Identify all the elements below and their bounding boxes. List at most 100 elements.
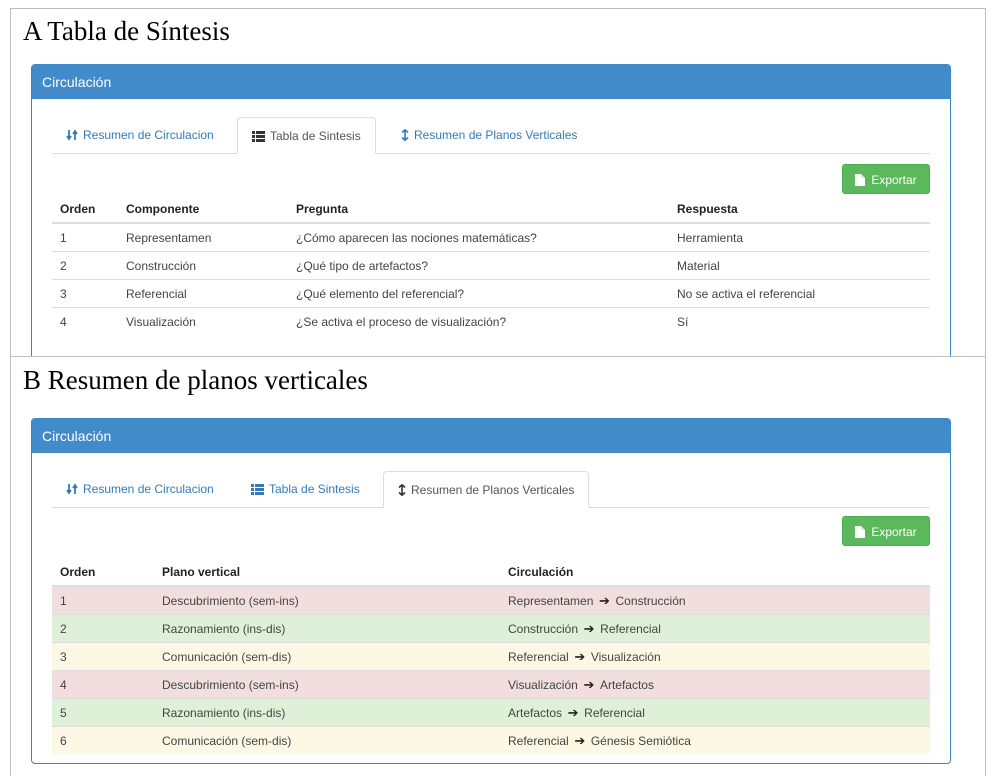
circulacion-from: Representamen (508, 593, 594, 608)
arrow-right-icon: ➔ (595, 592, 614, 608)
column-header: Orden (52, 559, 154, 587)
orden-cell: 4 (52, 670, 154, 699)
componente-cell: Referencial (118, 279, 288, 308)
column-header: Pregunta (288, 196, 669, 224)
respuesta-cell: Sí (669, 307, 930, 335)
vertical-arrows-icon (398, 483, 406, 497)
circulacion-cell: Artefactos ➔ Referencial (500, 698, 930, 727)
plano-vertical-cell: Descubrimiento (sem-ins) (154, 585, 500, 615)
tab-bar: Resumen de Circulacion Tabla de Sintesis… (52, 117, 930, 154)
tab-tabla-sintesis[interactable]: Tabla de Sintesis (237, 117, 376, 154)
pregunta-cell: ¿Qué tipo de artefactos? (288, 251, 669, 280)
panel-title: Circulación (32, 65, 950, 99)
tab-label: Resumen de Circulacion (83, 482, 214, 496)
file-icon (855, 174, 866, 186)
circulacion-to: Visualización (590, 649, 661, 664)
orden-cell: 2 (52, 251, 118, 280)
pregunta-cell: ¿Se activa el proceso de visualización? (288, 307, 669, 335)
orden-cell: 3 (52, 642, 154, 671)
orden-cell: 2 (52, 614, 154, 643)
circulacion-cell: Referencial ➔ Génesis Semiótica (500, 726, 930, 754)
table-row: 3 Referencial ¿Qué elemento del referencia… (52, 279, 930, 308)
exportar-label: Exportar (871, 173, 917, 187)
table-row: 3 Comunicación (sem-dis) Referencial ➔ Vis… (52, 642, 930, 671)
circulacion-cell: Construcción ➔ Referencial (500, 614, 930, 643)
arrow-right-icon: ➔ (570, 648, 589, 664)
column-header: Circulación (500, 559, 930, 587)
circulacion-panel: Circulación Resumen de Circulacion Tabla… (31, 64, 951, 356)
circulacion-from: Construcción (508, 621, 579, 636)
table-header-row: Orden Componente Pregunta Respuesta (52, 196, 930, 224)
arrow-right-icon: ➔ (570, 732, 589, 748)
plano-vertical-cell: Razonamiento (ins-dis) (154, 698, 500, 727)
figure-b: B Resumen de planos verticales Circulaci… (10, 356, 986, 776)
column-header: Componente (118, 196, 288, 224)
figure-b-title: B Resumen de planos verticales (23, 365, 368, 395)
respuesta-cell: No se activa el referencial (669, 279, 930, 308)
sort-icon (66, 129, 78, 141)
vertical-arrows-icon (401, 128, 409, 142)
table-row: 1 Representamen ¿Cómo aparecen las nocione… (52, 222, 930, 252)
circulacion-panel: Circulación Resumen de Circulacion Tabla… (31, 418, 951, 764)
orden-cell: 6 (52, 726, 154, 754)
arrow-right-icon: ➔ (564, 704, 583, 720)
tab-label: Tabla de Sintesis (269, 482, 360, 496)
tab-label: Resumen de Planos Verticales (414, 128, 578, 142)
circulacion-cell: Representamen ➔ Construcción (500, 585, 930, 615)
figure-a: A Tabla de Síntesis Circulación Resumen … (10, 8, 986, 356)
column-header: Respuesta (669, 196, 930, 224)
list-icon (252, 131, 265, 142)
sort-icon (66, 483, 78, 495)
table-row: 2 Razonamiento (ins-dis) Construcción ➔ Re… (52, 614, 930, 643)
table-row: 5 Razonamiento (ins-dis) Artefactos ➔ Refe… (52, 698, 930, 727)
circulacion-to: Construcción (615, 593, 686, 608)
tab-resumen-circulacion[interactable]: Resumen de Circulacion (52, 117, 228, 153)
plano-vertical-cell: Razonamiento (ins-dis) (154, 614, 500, 643)
exportar-label: Exportar (871, 525, 917, 539)
planos-verticales-table: Orden Plano vertical Circulación 1 Descub… (52, 559, 930, 754)
plano-vertical-cell: Comunicación (sem-dis) (154, 726, 500, 754)
column-header: Plano vertical (154, 559, 500, 587)
orden-cell: 3 (52, 279, 118, 308)
pregunta-cell: ¿Cómo aparecen las nociones matemáticas? (288, 222, 669, 252)
figure-a-title: A Tabla de Síntesis (23, 16, 230, 46)
exportar-button[interactable]: Exportar (842, 164, 930, 194)
orden-cell: 1 (52, 585, 154, 615)
circulacion-from: Artefactos (508, 705, 563, 720)
orden-cell: 5 (52, 698, 154, 727)
circulacion-from: Referencial (508, 733, 569, 748)
componente-cell: Construcción (118, 251, 288, 280)
table-row: 4 Descubrimiento (sem-ins) Visualización ➔… (52, 670, 930, 699)
panel-title: Circulación (32, 419, 950, 453)
componente-cell: Representamen (118, 222, 288, 252)
arrow-right-icon: ➔ (580, 620, 599, 636)
tab-bar: Resumen de Circulacion Tabla de Sintesis… (52, 471, 930, 508)
circulacion-cell: Referencial ➔ Visualización (500, 642, 930, 671)
table-row: 1 Descubrimiento (sem-ins) Representamen ➔… (52, 585, 930, 615)
file-icon (855, 526, 866, 538)
tab-label: Resumen de Circulacion (83, 128, 214, 142)
circulacion-to: Referencial (584, 705, 645, 720)
respuesta-cell: Herramienta (669, 222, 930, 252)
table-header-row: Orden Plano vertical Circulación (52, 559, 930, 587)
plano-vertical-cell: Descubrimiento (sem-ins) (154, 670, 500, 699)
orden-cell: 4 (52, 307, 118, 335)
arrow-right-icon: ➔ (579, 676, 598, 692)
tab-resumen-circulacion[interactable]: Resumen de Circulacion (52, 471, 228, 507)
tab-resumen-planos-verticales[interactable]: Resumen de Planos Verticales (383, 471, 590, 508)
column-header: Orden (52, 196, 118, 224)
circulacion-from: Referencial (508, 649, 569, 664)
exportar-button[interactable]: Exportar (842, 516, 930, 546)
circulacion-to: Artefactos (599, 677, 654, 692)
componente-cell: Visualización (118, 307, 288, 335)
circulacion-to: Génesis Semiótica (590, 733, 691, 748)
pregunta-cell: ¿Qué elemento del referencial? (288, 279, 669, 308)
tab-tabla-sintesis[interactable]: Tabla de Sintesis (237, 471, 374, 507)
respuesta-cell: Material (669, 251, 930, 280)
circulacion-cell: Visualización ➔ Artefactos (500, 670, 930, 699)
orden-cell: 1 (52, 222, 118, 252)
circulacion-to: Referencial (600, 621, 661, 636)
table-row: 6 Comunicación (sem-dis) Referencial ➔ Gén… (52, 726, 930, 754)
tab-resumen-planos-verticales[interactable]: Resumen de Planos Verticales (387, 117, 591, 153)
list-icon (251, 484, 264, 495)
